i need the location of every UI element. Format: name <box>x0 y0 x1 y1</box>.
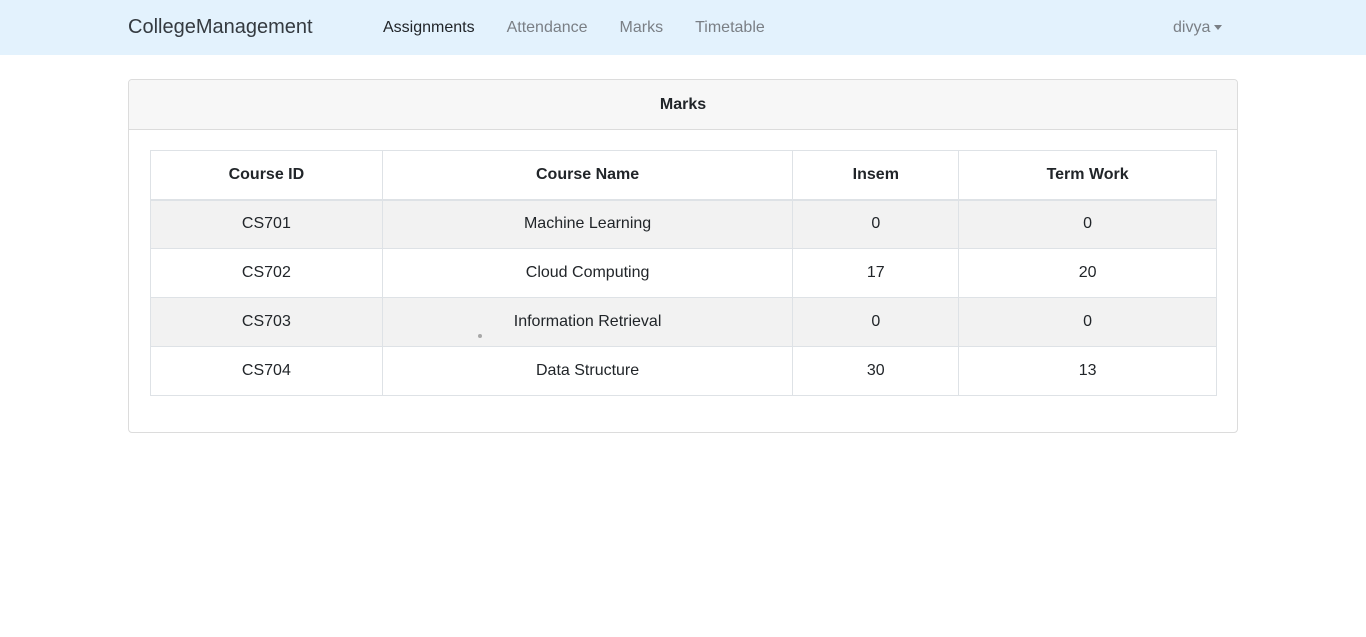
user-dropdown[interactable]: divya <box>1173 19 1223 37</box>
nav-link-attendance[interactable]: Attendance <box>507 19 588 37</box>
cell-course-id: CS704 <box>150 346 383 396</box>
cell-course-name: Machine Learning <box>381 199 794 249</box>
table-row: CS702 Cloud Computing 17 20 <box>150 248 1217 298</box>
cell-term-work: 20 <box>958 248 1217 298</box>
cell-term-work: 0 <box>958 297 1217 347</box>
cell-course-id: CS701 <box>150 199 383 249</box>
nav-link-timetable[interactable]: Timetable <box>695 19 765 37</box>
header-insem: Insem <box>792 150 960 201</box>
card-title: Marks <box>129 80 1237 130</box>
header-course-name: Course Name <box>381 150 794 201</box>
nav-links: Assignments Attendance Marks Timetable <box>383 19 765 37</box>
cell-course-id: CS702 <box>150 248 383 298</box>
navbar: CollegeManagement Assignments Attendance… <box>0 0 1366 55</box>
cell-course-name: Data Structure <box>381 346 794 396</box>
cell-course-id: CS703 <box>150 297 383 347</box>
table-row: CS704 Data Structure 30 13 <box>150 346 1217 396</box>
table-row: CS703 Information Retrieval 0 0 <box>150 297 1217 347</box>
marks-table: Course ID Course Name Insem Term Work CS… <box>150 150 1217 396</box>
cell-insem: 0 <box>792 199 960 249</box>
caret-down-icon <box>1214 24 1223 30</box>
cell-insem: 0 <box>792 297 960 347</box>
brand-link[interactable]: CollegeManagement <box>128 16 313 39</box>
cell-term-work: 0 <box>958 199 1217 249</box>
nav-link-assignments[interactable]: Assignments <box>383 19 475 37</box>
cell-insem: 30 <box>792 346 960 396</box>
header-course-id: Course ID <box>150 150 383 201</box>
marks-card: Marks Course ID Course Name Insem Term W… <box>128 79 1238 433</box>
cell-course-name: Cloud Computing <box>381 248 794 298</box>
table-row: CS701 Machine Learning 0 0 <box>150 199 1217 249</box>
nav-link-marks[interactable]: Marks <box>620 19 664 37</box>
user-name: divya <box>1173 19 1211 36</box>
cell-insem: 17 <box>792 248 960 298</box>
table-header-row: Course ID Course Name Insem Term Work <box>150 150 1217 201</box>
cursor-dot <box>478 334 482 338</box>
cell-course-name: Information Retrieval <box>381 297 794 347</box>
header-term-work: Term Work <box>958 150 1217 201</box>
cell-term-work: 13 <box>958 346 1217 396</box>
